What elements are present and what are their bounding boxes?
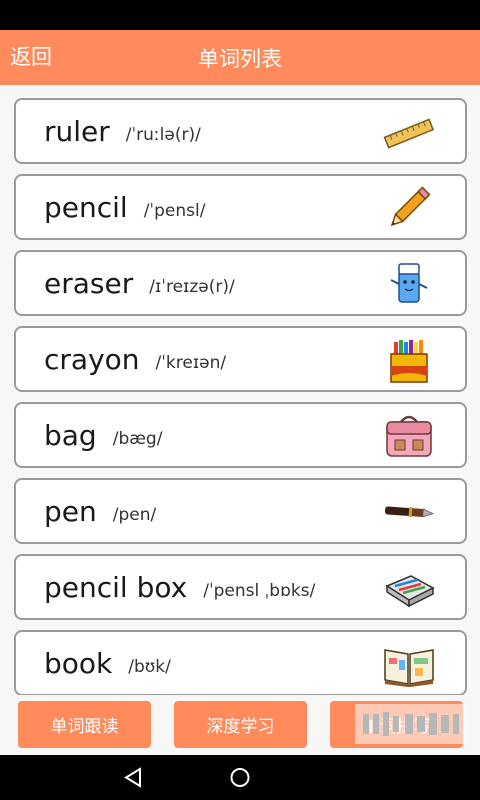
pencil-icon: [390, 186, 431, 227]
app-bar: 返回 单词列表: [0, 30, 480, 85]
follow-read-button[interactable]: 单词跟读: [18, 701, 151, 748]
word-text: pen: [44, 494, 97, 528]
home-circle-icon[interactable]: [227, 755, 253, 800]
pencil-box-icon: [385, 575, 435, 608]
back-button[interactable]: 返回: [10, 30, 52, 85]
word-list[interactable]: ruler /ˈruːlə(r)/ pencil /ˈpensl/ eraser…: [0, 85, 480, 695]
eraser-icon: [390, 263, 428, 303]
status-bar: [0, 0, 480, 30]
word-item-pencil[interactable]: pencil /ˈpensl/: [14, 174, 467, 240]
phonetic-text: /bʊk/: [128, 657, 171, 677]
deep-study-button[interactable]: 深度学习: [174, 701, 307, 748]
word-text: eraser: [44, 266, 134, 300]
word-item-ruler[interactable]: ruler /ˈruːlə(r)/: [14, 98, 467, 164]
open-book-icon: [384, 649, 434, 687]
system-navigation-bar: [0, 755, 480, 800]
watermark-overlay: [355, 704, 467, 744]
page-title: 单词列表: [198, 46, 282, 71]
phonetic-text: /pen/: [112, 505, 157, 525]
word-text: ruler: [44, 114, 110, 148]
phonetic-text: /bæg/: [112, 429, 163, 449]
word-text: crayon: [44, 342, 140, 376]
phonetic-text: /ˈpensl/: [143, 201, 206, 221]
phonetic-text: /ˈruːlə(r)/: [125, 125, 201, 145]
phonetic-text: /ˈpensl ˌbɒks/: [203, 581, 316, 601]
fountain-pen-icon: [384, 506, 435, 518]
word-item-bag[interactable]: bag /bæg/: [14, 402, 467, 468]
schoolbag-icon: [386, 415, 432, 457]
ruler-icon: [383, 118, 435, 149]
word-item-pencil-box[interactable]: pencil box /ˈpensl ˌbɒks/: [14, 554, 467, 620]
word-item-pen[interactable]: pen /pen/: [14, 478, 467, 544]
word-text: pencil: [44, 190, 128, 224]
bottom-action-bar: 单词跟读 深度学习 单词拼写: [0, 695, 480, 755]
word-text: pencil box: [44, 570, 188, 604]
phonetic-text: /ˈkreɪən/: [155, 353, 227, 373]
crayon-box-icon: [390, 340, 428, 383]
phonetic-text: /ɪˈreɪzə(r)/: [149, 277, 235, 297]
word-text: book: [44, 646, 113, 680]
word-item-eraser[interactable]: eraser /ɪˈreɪzə(r)/: [14, 250, 467, 316]
word-item-book[interactable]: book /bʊk/: [14, 630, 467, 695]
word-item-crayon[interactable]: crayon /ˈkreɪən/: [14, 326, 467, 392]
word-text: bag: [44, 418, 97, 452]
back-triangle-icon[interactable]: [120, 755, 146, 800]
